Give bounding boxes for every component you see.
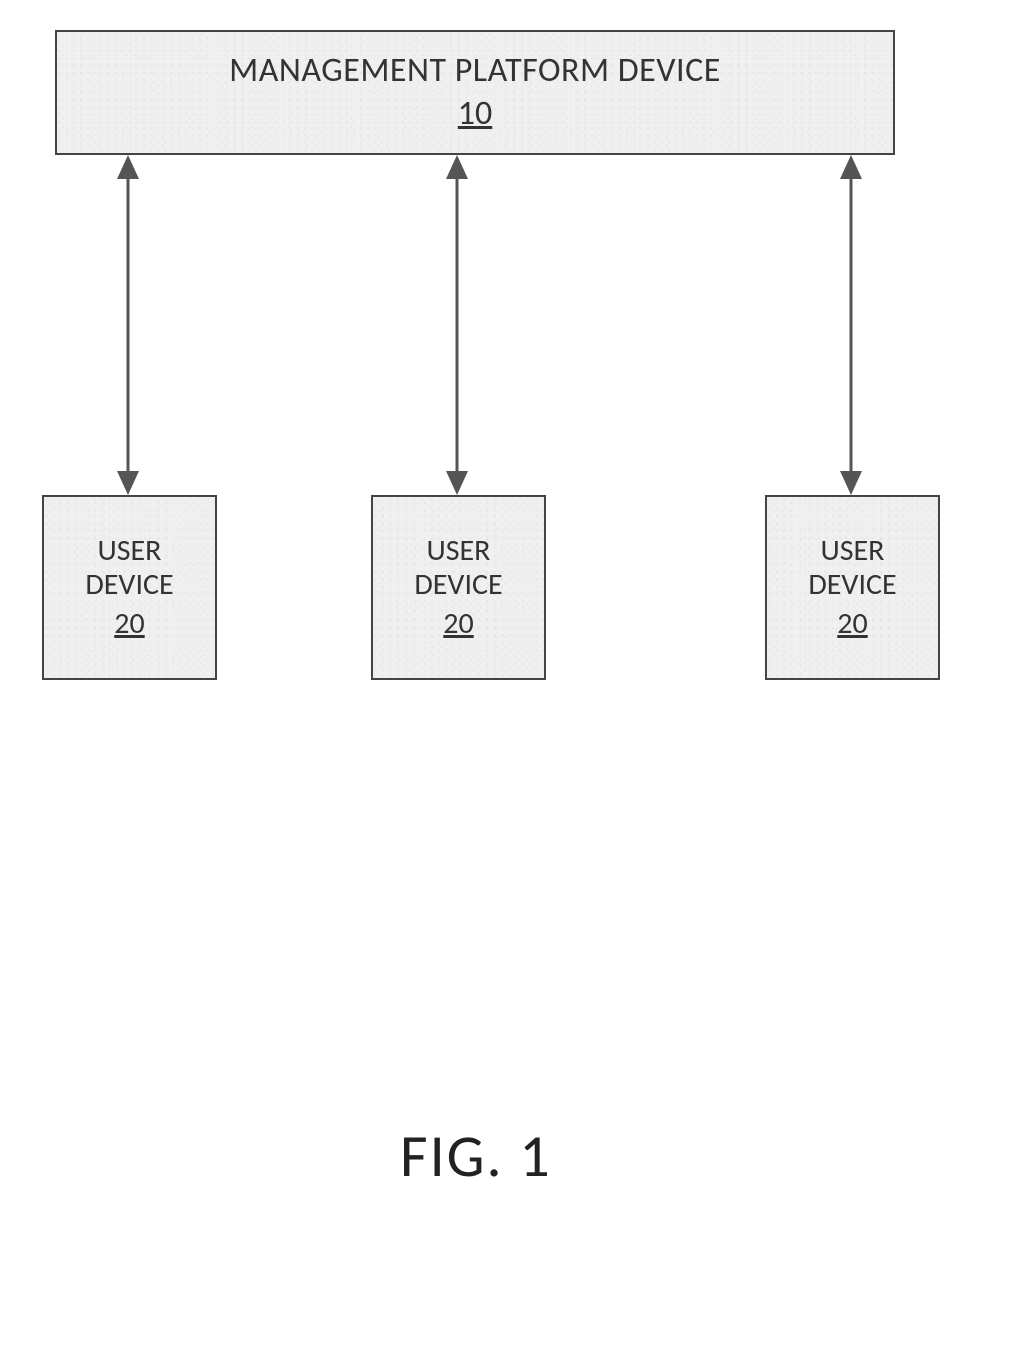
figure-label: FIG. 1 — [400, 1120, 552, 1193]
management-platform-title: MANAGEMENT PLATFORM DEVICE — [229, 51, 721, 92]
user-device-label-line2: DEVICE — [85, 568, 173, 603]
user-device-label-line2: DEVICE — [808, 568, 896, 603]
user-device-ref: 20 — [837, 605, 867, 642]
user-device-box-1: USER DEVICE 20 — [42, 495, 217, 680]
user-device-label-line2: DEVICE — [414, 568, 502, 603]
management-platform-ref: 10 — [458, 93, 492, 134]
user-device-ref: 20 — [443, 605, 473, 642]
user-device-label-line1: USER — [98, 534, 162, 569]
management-platform-box: MANAGEMENT PLATFORM DEVICE 10 — [55, 30, 895, 155]
user-device-label-line1: USER — [821, 534, 885, 569]
arrow-middle — [437, 155, 477, 495]
arrow-right — [831, 155, 871, 495]
user-device-label-line1: USER — [427, 534, 491, 569]
user-device-box-2: USER DEVICE 20 — [371, 495, 546, 680]
user-device-box-3: USER DEVICE 20 — [765, 495, 940, 680]
user-device-ref: 20 — [114, 605, 144, 642]
arrow-left — [108, 155, 148, 495]
